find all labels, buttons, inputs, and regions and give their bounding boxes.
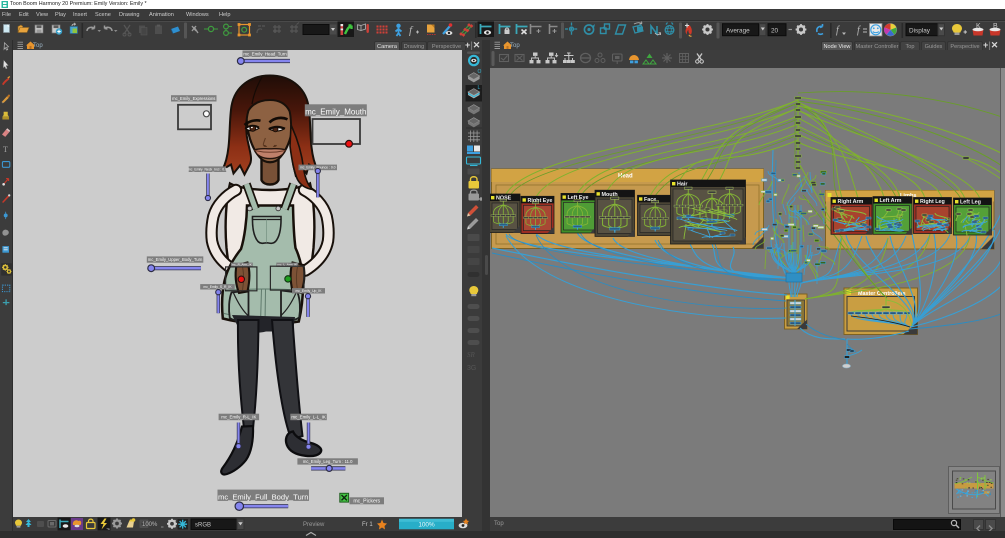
svg-text:O: O xyxy=(478,69,482,75)
svg-text:Average: Average xyxy=(726,27,750,34)
svg-text:mc_Emily_R-L_IK: mc_Emily_R-L_IK xyxy=(221,415,256,420)
svg-text:mc_Emily_Head_Turn: mc_Emily_Head_Turn xyxy=(243,51,287,56)
svg-text:Display: Display xyxy=(909,27,931,34)
svg-text:100%: 100% xyxy=(142,522,158,528)
svg-text:mc_Emily_S_R_IK: mc_Emily_S_R_IK xyxy=(203,285,232,289)
svg-text:mc_Pickers: mc_Pickers xyxy=(353,499,380,505)
svg-text:Fr 1: Fr 1 xyxy=(362,522,373,528)
svg-text:Hair: Hair xyxy=(677,182,688,188)
svg-text:20: 20 xyxy=(771,27,779,34)
svg-text:mc_Emily_Full_Body_Turn: mc_Emily_Full_Body_Turn xyxy=(218,492,308,501)
svg-text:sRGB: sRGB xyxy=(195,522,211,528)
svg-text:SR: SR xyxy=(467,351,476,359)
svg-text:Left Arm: Left Arm xyxy=(880,198,902,204)
svg-text:100%: 100% xyxy=(418,522,435,529)
svg-text:mc_Emily_Up_IK: mc_Emily_Up_IK xyxy=(295,289,322,293)
svg-text:Right Arm: Right Arm xyxy=(838,199,864,205)
svg-text:3G: 3G xyxy=(467,365,476,372)
svg-text:Preview: Preview xyxy=(303,522,325,528)
svg-text:Right Eye: Right Eye xyxy=(528,198,553,204)
svg-text:mc_Emily_Mouth: mc_Emily_Mouth xyxy=(305,108,366,117)
svg-text:mc_Emily_Upper_Body_Turn: mc_Emily_Upper_Body_Turn xyxy=(148,257,203,262)
svg-text:mc_Emily_L-L_IK: mc_Emily_L-L_IK xyxy=(291,415,325,420)
svg-text:mc_Emily_Expressions: mc_Emily_Expressions xyxy=(172,96,215,101)
svg-text:mc_R_Arm_IK: mc_R_Arm_IK xyxy=(232,262,253,266)
svg-text:mc_Emily_Leg_Turn : 11.0: mc_Emily_Leg_Turn : 11.0 xyxy=(303,459,353,464)
svg-text:L: L xyxy=(478,85,481,91)
svg-text:Right Leg: Right Leg xyxy=(920,199,945,205)
svg-text:Left Leg: Left Leg xyxy=(960,200,981,206)
svg-text:mc_Emily_Neck_Incl : 0.0: mc_Emily_Neck_Incl : 0.0 xyxy=(188,167,227,171)
svg-text:T: T xyxy=(3,145,8,154)
